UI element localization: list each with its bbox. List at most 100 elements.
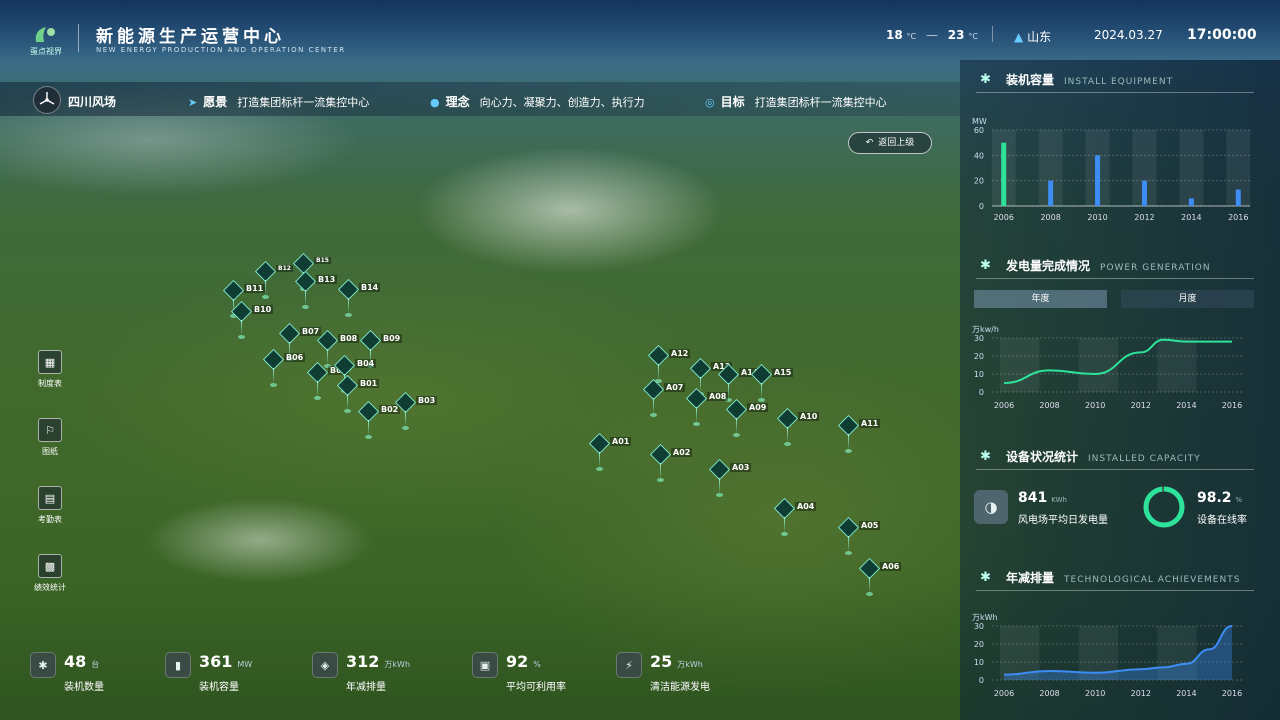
turbine-marker[interactable]: B09: [359, 329, 403, 383]
turbine-marker[interactable]: A09: [725, 398, 769, 452]
turbine-marker[interactable]: A08: [685, 387, 729, 441]
turbine-marker[interactable]: A11: [837, 414, 881, 468]
x-tick-label: 2014: [1176, 689, 1196, 698]
concept-item: ● 理念 向心力、凝聚力、创造力、执行力: [430, 93, 645, 110]
stat-label: 年减排量: [346, 682, 386, 693]
back-button[interactable]: ↶ 返回上级: [848, 132, 932, 154]
stat-value: 361: [199, 652, 233, 671]
bar: [1048, 180, 1054, 206]
x-tick-label: 2006: [994, 401, 1014, 410]
sidebar-label-attendance: 考勤表: [38, 515, 62, 524]
x-tick-label: 2010: [1085, 689, 1105, 698]
turbine-marker[interactable]: A03: [708, 458, 752, 512]
sidebar-label-rules: 制度表: [38, 379, 62, 388]
x-tick-label: 2012: [1134, 213, 1154, 222]
farm-name[interactable]: 四川风场: [68, 93, 116, 110]
stat-label: 清洁能源发电: [650, 682, 710, 693]
current-time: 17:00:00: [1187, 27, 1257, 43]
sidebar-item-rules[interactable]: ▦ 制度表: [30, 350, 70, 389]
power-plant-icon: ◑: [974, 490, 1008, 524]
tab-year[interactable]: 年度: [974, 290, 1107, 308]
sidebar-item-attendance[interactable]: ▤ 考勤表: [30, 486, 70, 525]
x-tick-label: 2016: [1228, 213, 1248, 222]
kpi-label: 风电场平均日发电量: [1018, 515, 1108, 526]
location-arrow-icon: ▲: [1014, 30, 1024, 44]
turbine-marker[interactable]: B10: [230, 300, 274, 354]
stat-unit: MW: [237, 660, 253, 669]
turbine-marker[interactable]: B06: [262, 348, 306, 402]
x-tick-label: 2006: [994, 213, 1014, 222]
turbine-marker[interactable]: A02: [649, 443, 693, 497]
band-background: [1078, 338, 1118, 392]
temp-high: 23: [947, 28, 965, 42]
y-tick-label: 10: [974, 658, 984, 667]
box-icon: ▣: [472, 652, 498, 678]
goal-item: ◎ 目标 打造集团标杆一流集控中心: [705, 93, 887, 110]
header-divider: [78, 24, 79, 52]
bar-chart-icon: ▩: [38, 554, 62, 578]
back-button-label: 返回上级: [878, 138, 915, 148]
section-title: 装机容量: [1006, 73, 1055, 87]
turbine-marker[interactable]: A04: [773, 497, 817, 551]
kpi-unit: %: [1235, 496, 1243, 504]
page-subtitle: NEW ENERGY PRODUCTION AND OPERATION CENT…: [96, 46, 346, 54]
turbine-marker[interactable]: A07: [642, 378, 686, 432]
bar: [1095, 155, 1101, 206]
bar: [1001, 142, 1007, 206]
turbine-marker[interactable]: A10: [776, 407, 820, 461]
header-divider-2: [992, 26, 993, 42]
kpi-value: 98.2: [1197, 490, 1232, 506]
x-tick-label: 2008: [1039, 401, 1059, 410]
section-title-en: TECHNOLOGICAL ACHIEVEMENTS: [1064, 575, 1241, 585]
kpi-unit: KWh: [1051, 496, 1067, 504]
section-title: 年减排量: [1006, 571, 1055, 585]
bar-background: [1179, 130, 1204, 206]
turbine-marker[interactable]: B02: [357, 400, 401, 454]
location[interactable]: ▲ 山东: [1014, 28, 1051, 45]
x-tick-label: 2010: [1085, 401, 1105, 410]
lightning-icon: ⚡: [616, 652, 642, 678]
stat-label: 装机数量: [64, 682, 104, 693]
sidebar-label-performance: 绩效统计: [34, 583, 66, 592]
stat-label: 平均可利用率: [506, 682, 566, 693]
band-background: [1157, 338, 1197, 392]
turbine-marker[interactable]: B03: [394, 391, 438, 445]
x-tick-label: 2010: [1087, 213, 1107, 222]
y-unit-label: 万kWh: [972, 613, 998, 622]
stat-value: 48: [64, 652, 87, 671]
tab-month[interactable]: 月度: [1121, 290, 1254, 308]
turbine-marker[interactable]: B05: [306, 361, 350, 415]
x-tick-label: 2012: [1131, 689, 1151, 698]
sidebar-label-drawings: 图纸: [42, 447, 58, 456]
goal-text: 打造集团标杆一流集控中心: [754, 96, 887, 109]
emission-chart: 万kWh 0 10 20 30 2006 2008 2010 2012 2014 2016: [972, 613, 1244, 698]
section-turbine-icon: ✱: [980, 570, 991, 585]
y-tick-label: 40: [974, 151, 984, 160]
online-rate-ring: [1143, 486, 1185, 528]
section-title-en: POWER GENERATION: [1100, 263, 1211, 273]
stat-unit: %: [533, 660, 541, 669]
map-icon: ⚐: [38, 418, 62, 442]
turbine-marker[interactable]: B13: [294, 270, 338, 324]
temp-unit-low: °C: [906, 32, 917, 41]
bar: [1188, 198, 1194, 206]
stat-unit: 台: [91, 660, 100, 669]
y-tick-label: 20: [974, 177, 984, 186]
section-title-en: INSTALL EQUIPMENT: [1064, 77, 1174, 87]
logo-text: 蛋点视界: [30, 47, 62, 56]
x-tick-label: 2008: [1039, 689, 1059, 698]
kpi-value: 841: [1018, 490, 1048, 506]
turbine-marker[interactable]: A06: [858, 557, 902, 611]
turbine-marker[interactable]: B14: [337, 278, 381, 332]
y-tick-label: 0: [979, 202, 984, 211]
turbine-marker[interactable]: A01: [588, 432, 632, 486]
temp-separator: —: [925, 28, 938, 42]
sidebar-item-drawings[interactable]: ⚐ 图纸: [30, 418, 70, 457]
x-tick-label: 2006: [994, 689, 1014, 698]
sidebar-item-performance[interactable]: ▩ 绩效统计: [30, 554, 70, 593]
daily-generation-kpi: 841 KWh 风电场平均日发电量: [1018, 490, 1108, 526]
y-tick-label: 30: [974, 334, 984, 343]
wind-turbine-icon[interactable]: [33, 86, 61, 114]
section-device-header: ✱ 设备状况统计 INSTALLED CAPACITY: [976, 445, 1254, 470]
target-icon: ◎: [705, 96, 715, 109]
